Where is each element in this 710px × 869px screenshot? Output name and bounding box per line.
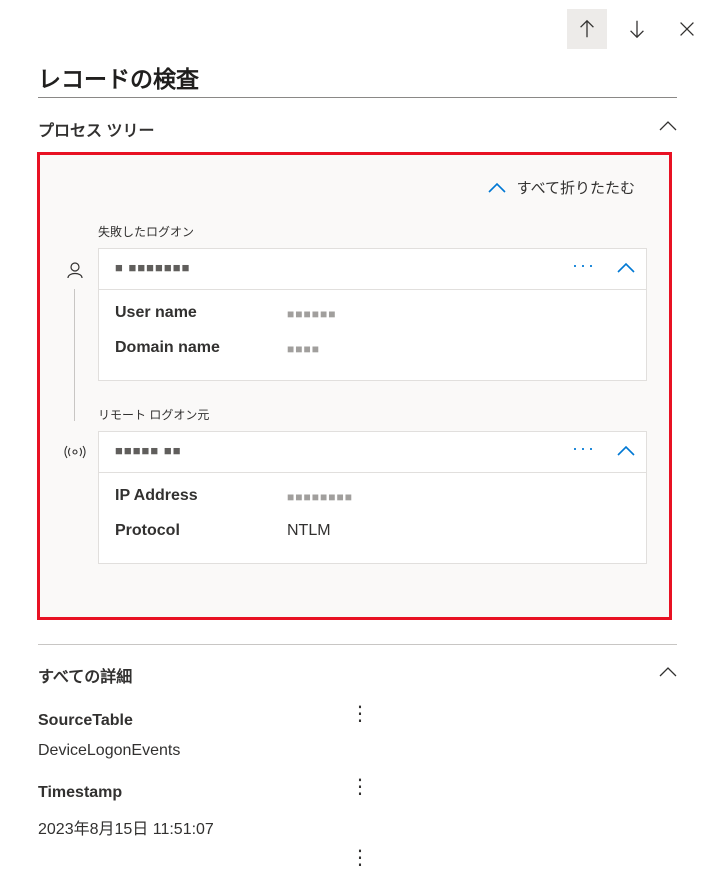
field-value: NTLM: [287, 522, 331, 539]
field-key: Protocol: [115, 522, 180, 539]
more-vertical-icon[interactable]: ⋮: [350, 777, 370, 797]
process-tree-panel: すべて折りたたむ 失敗したログオン ■ ■■■■■■■ ··· User nam…: [37, 152, 672, 620]
previous-record-button[interactable]: [567, 9, 607, 49]
page-title: レコードの検査: [38, 66, 199, 92]
field-value: ■■■■: [287, 342, 320, 356]
card-title: ■ ■■■■■■■: [115, 260, 191, 275]
remote-logon-label: リモート ログオン元: [98, 408, 210, 422]
chevron-up-icon[interactable]: [616, 261, 636, 275]
remote-logon-card: ■■■■■ ■■ ··· IP Address ■■■■■■■■ Protoco…: [98, 431, 647, 564]
arrow-down-icon: [630, 20, 644, 39]
title-divider: [38, 97, 677, 98]
more-options-button[interactable]: ···: [572, 438, 596, 459]
all-details-collapse-icon[interactable]: [658, 665, 678, 679]
chevron-up-icon: [488, 182, 506, 193]
failed-logon-card: ■ ■■■■■■■ ··· User name ■■■■■■ Domain na…: [98, 248, 647, 381]
tree-connector: [74, 289, 75, 421]
detail-value: 2023年8月15日 11:51:07: [38, 821, 214, 838]
field-value: ■■■■■■: [287, 307, 337, 321]
field-value: ■■■■■■■■: [287, 490, 353, 504]
more-vertical-icon[interactable]: ⋮: [350, 704, 370, 724]
broadcast-icon: [64, 441, 86, 463]
failed-logon-label: 失敗したログオン: [98, 225, 195, 239]
card-header[interactable]: ■ ■■■■■■■ ···: [99, 249, 646, 290]
all-details-heading: すべての詳細: [38, 669, 133, 686]
close-button[interactable]: [667, 9, 707, 49]
card-header[interactable]: ■■■■■ ■■ ···: [99, 432, 646, 473]
arrow-up-icon: [580, 19, 594, 38]
more-options-button[interactable]: ···: [572, 255, 596, 276]
person-icon: [64, 259, 86, 281]
details-divider: [38, 644, 677, 645]
card-title: ■■■■■ ■■: [115, 443, 182, 458]
chevron-up-icon[interactable]: [616, 444, 636, 458]
detail-key: SourceTable: [38, 712, 133, 729]
close-icon: [680, 22, 694, 36]
process-tree-heading: プロセス ツリー: [38, 123, 155, 140]
detail-value: DeviceLogonEvents: [38, 742, 181, 759]
collapse-all-button[interactable]: すべて折りたたむ: [487, 177, 635, 198]
detail-key: Timestamp: [38, 784, 123, 801]
field-key: IP Address: [115, 487, 198, 504]
more-vertical-icon[interactable]: ⋮: [350, 848, 370, 868]
field-key: Domain name: [115, 339, 220, 356]
collapse-all-label: すべて折りたたむ: [516, 180, 635, 197]
process-tree-collapse-icon[interactable]: [658, 119, 678, 133]
next-record-button[interactable]: [617, 9, 657, 49]
field-key: User name: [115, 304, 197, 321]
